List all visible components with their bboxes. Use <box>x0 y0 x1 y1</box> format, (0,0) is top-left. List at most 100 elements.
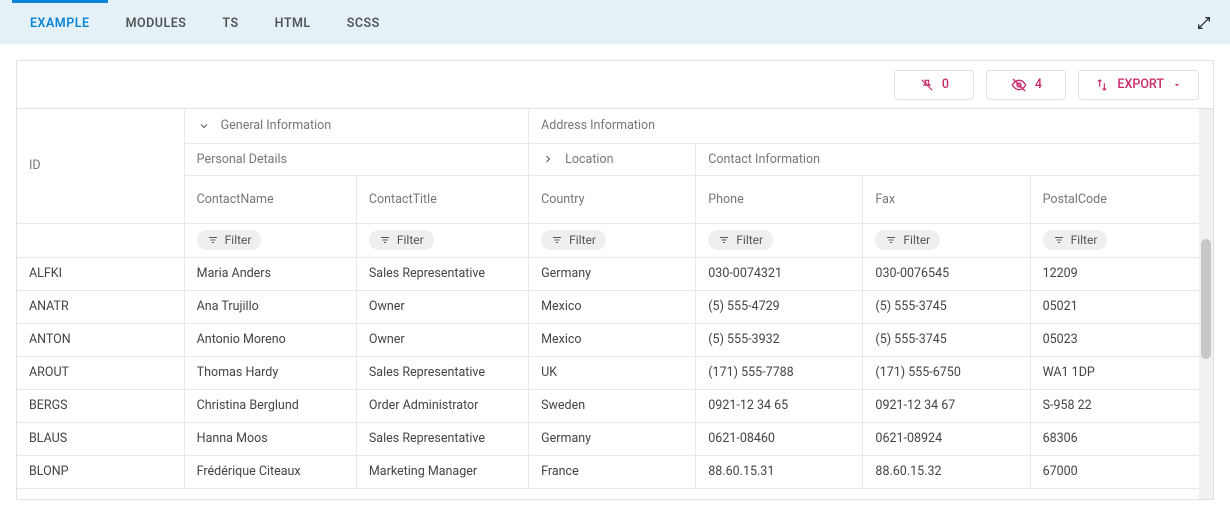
filter-chip[interactable]: Filter <box>875 230 940 250</box>
cell-name: Ana Trujillo <box>184 290 356 323</box>
cell-postal: 67000 <box>1030 455 1212 488</box>
export-button[interactable]: EXPORT <box>1078 70 1199 100</box>
pin-off-icon <box>920 78 934 92</box>
column-header-phone[interactable]: Phone <box>696 175 863 223</box>
hidden-count: 4 <box>1035 77 1042 92</box>
filter-cell-contacttitle: Filter <box>356 223 528 257</box>
filter-chip[interactable]: Filter <box>541 230 606 250</box>
filter-cell-postalcode: Filter <box>1030 223 1212 257</box>
cell-country: Germany <box>529 257 696 290</box>
cell-fax: (5) 555-3745 <box>863 323 1030 356</box>
chevron-right-icon <box>541 152 555 166</box>
column-header-postalcode[interactable]: PostalCode <box>1030 175 1212 223</box>
toolbar: 0 4 EXPORT <box>17 61 1213 109</box>
cell-name: Christina Berglund <box>184 389 356 422</box>
import-export-icon <box>1095 78 1109 92</box>
caret-down-icon <box>1172 80 1182 90</box>
cell-phone: 0621-08460 <box>696 422 863 455</box>
column-header-id[interactable]: ID <box>17 109 184 223</box>
cell-fax: 030-0076545 <box>863 257 1030 290</box>
filter-icon <box>551 234 563 246</box>
expand-icon <box>1196 15 1212 31</box>
tab-label: MODULES <box>126 16 187 31</box>
column-header-contactname[interactable]: ContactName <box>184 175 356 223</box>
cell-id: BERGS <box>17 389 184 422</box>
cell-country: Sweden <box>529 389 696 422</box>
cell-id: BLAUS <box>17 422 184 455</box>
pinned-columns-button[interactable]: 0 <box>894 70 974 100</box>
table-row[interactable]: ANTONAntonio MorenoOwnerMexico(5) 555-39… <box>17 323 1213 356</box>
filter-icon <box>718 234 730 246</box>
export-label: EXPORT <box>1117 77 1164 92</box>
filter-chip[interactable]: Filter <box>369 230 434 250</box>
column-header-country[interactable]: Country <box>529 175 696 223</box>
filter-label: Filter <box>736 233 763 247</box>
cell-postal: 68306 <box>1030 422 1212 455</box>
tab-ts[interactable]: TS <box>204 0 256 44</box>
table-row[interactable]: AROUTThomas HardySales RepresentativeUK(… <box>17 356 1213 389</box>
filter-label: Filter <box>1071 233 1098 247</box>
grid[interactable]: ID General Information Address Informati… <box>17 109 1213 499</box>
group-header-general[interactable]: General Information <box>184 109 528 143</box>
filter-cell-contactname: Filter <box>184 223 356 257</box>
filter-chip[interactable]: Filter <box>197 230 262 250</box>
header-label: Fax <box>875 192 895 207</box>
cell-name: Maria Anders <box>184 257 356 290</box>
filter-icon <box>1053 234 1065 246</box>
tab-label: EXAMPLE <box>30 16 90 31</box>
cell-fax: 0921-12 34 67 <box>863 389 1030 422</box>
table-row[interactable]: BLONPFrédérique CiteauxMarketing Manager… <box>17 455 1213 488</box>
group-header-address[interactable]: Address Information <box>529 109 1213 143</box>
cell-name: Antonio Moreno <box>184 323 356 356</box>
hidden-columns-button[interactable]: 4 <box>986 70 1066 100</box>
cell-postal: 05021 <box>1030 290 1212 323</box>
cell-phone: (5) 555-4729 <box>696 290 863 323</box>
table-row[interactable]: ANATRAna TrujilloOwnerMexico(5) 555-4729… <box>17 290 1213 323</box>
filter-cell-fax: Filter <box>863 223 1030 257</box>
filter-label: Filter <box>903 233 930 247</box>
subgroup-header-location[interactable]: Location <box>529 143 696 175</box>
filter-chip[interactable]: Filter <box>708 230 773 250</box>
tab-html[interactable]: HTML <box>257 0 329 44</box>
table-row[interactable]: BLAUSHanna MoosSales RepresentativeGerma… <box>17 422 1213 455</box>
chevron-down-icon <box>197 119 211 133</box>
table-row[interactable]: ALFKIMaria AndersSales RepresentativeGer… <box>17 257 1213 290</box>
cell-name: Hanna Moos <box>184 422 356 455</box>
cell-postal: WA1 1DP <box>1030 356 1212 389</box>
column-header-fax[interactable]: Fax <box>863 175 1030 223</box>
cell-country: Mexico <box>529 290 696 323</box>
cell-title: Sales Representative <box>356 356 528 389</box>
cell-postal: S-958 22 <box>1030 389 1212 422</box>
filter-cell-id <box>17 223 184 257</box>
scrollbar-vertical[interactable] <box>1199 109 1213 499</box>
header-label: Country <box>541 192 584 207</box>
tabs-bar: EXAMPLE MODULES TS HTML SCSS <box>0 0 1230 44</box>
column-header-contacttitle[interactable]: ContactTitle <box>356 175 528 223</box>
table-row[interactable]: BERGSChristina BerglundOrder Administrat… <box>17 389 1213 422</box>
cell-title: Sales Representative <box>356 257 528 290</box>
cell-name: Thomas Hardy <box>184 356 356 389</box>
tab-scss[interactable]: SCSS <box>329 0 398 44</box>
filter-label: Filter <box>397 233 424 247</box>
filter-chip[interactable]: Filter <box>1043 230 1108 250</box>
tab-modules[interactable]: MODULES <box>108 0 205 44</box>
cell-title: Order Administrator <box>356 389 528 422</box>
cell-fax: (5) 555-3745 <box>863 290 1030 323</box>
header-label: ContactTitle <box>369 192 437 207</box>
subgroup-header-personal[interactable]: Personal Details <box>184 143 528 175</box>
cell-country: France <box>529 455 696 488</box>
group-label: Address Information <box>541 118 655 133</box>
cell-fax: 88.60.15.32 <box>863 455 1030 488</box>
cell-fax: (171) 555-6750 <box>863 356 1030 389</box>
scrollbar-thumb[interactable] <box>1201 239 1211 359</box>
cell-name: Frédérique Citeaux <box>184 455 356 488</box>
header-label: ContactName <box>197 192 274 207</box>
tab-example[interactable]: EXAMPLE <box>12 0 108 44</box>
subgroup-label: Contact Information <box>708 152 820 167</box>
filter-cell-country: Filter <box>529 223 696 257</box>
cell-title: Sales Representative <box>356 422 528 455</box>
expand-button[interactable] <box>1190 9 1218 37</box>
subgroup-header-contact[interactable]: Contact Information <box>696 143 1213 175</box>
header-label: ID <box>29 158 41 173</box>
cell-country: Germany <box>529 422 696 455</box>
